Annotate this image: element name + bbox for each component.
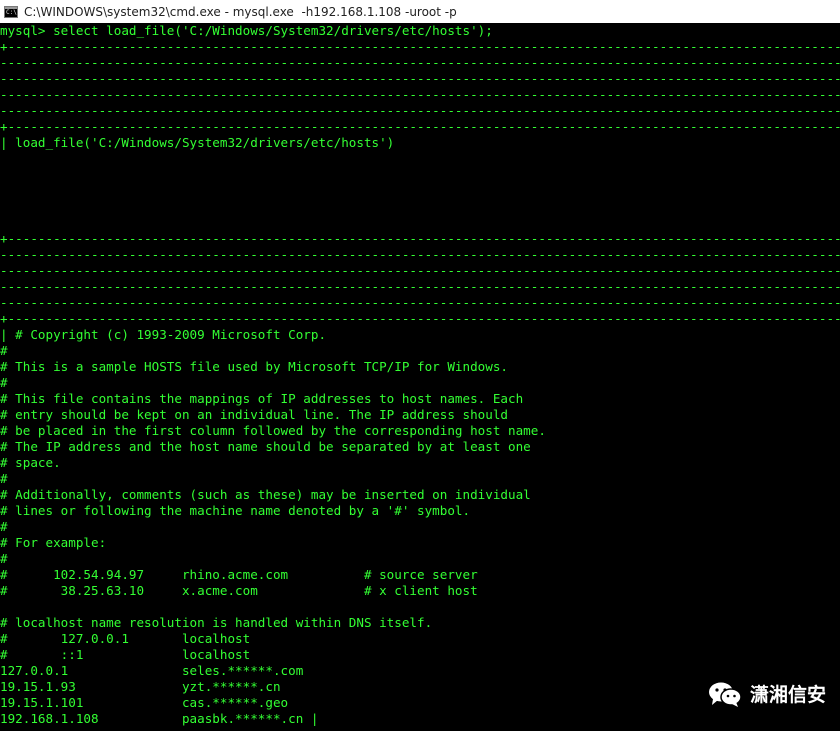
table-dash-line: ----------------------------------------… <box>0 87 840 102</box>
table-border: +---------------------------------------… <box>0 39 840 54</box>
window-title: C:\WINDOWS\system32\cmd.exe - mysql.exe … <box>24 4 457 19</box>
console-line: # 38.25.63.10 x.acme.com # x client host <box>0 583 478 598</box>
wechat-icon <box>708 682 742 707</box>
cmd-window: C:\WINDOWS\system32\cmd.exe - mysql.exe … <box>0 0 840 731</box>
console-line: mysql> select load_file('C:/Windows/Syst… <box>0 23 493 38</box>
console-line: # Additionally, comments (such as these)… <box>0 487 531 502</box>
console-line: # <box>0 343 8 358</box>
table-dash-line: ----------------------------------------… <box>0 247 840 262</box>
console-output[interactable]: mysql> select load_file('C:/Windows/Syst… <box>0 23 840 731</box>
table-dash-line: ----------------------------------------… <box>0 263 840 278</box>
console-line: # localhost name resolution is handled w… <box>0 615 433 630</box>
console-line: 192.168.1.108 paasbk.******.cn | <box>0 711 319 726</box>
console-line: # entry should be kept on an individual … <box>0 407 508 422</box>
console-line: | load_file('C:/Windows/System32/drivers… <box>0 135 395 150</box>
console-line: # <box>0 551 8 566</box>
console-line: # This file contains the mappings of IP … <box>0 391 524 406</box>
table-dash-line: ----------------------------------------… <box>0 103 840 118</box>
console-line: # 102.54.94.97 rhino.acme.com # source s… <box>0 567 478 582</box>
console-line: # <box>0 471 8 486</box>
watermark-text: 潇湘信安 <box>749 684 826 706</box>
console-line: | # Copyright (c) 1993-2009 Microsoft Co… <box>0 327 327 342</box>
table-border: +---------------------------------------… <box>0 311 840 326</box>
table-border: +---------------------------------------… <box>0 119 840 134</box>
table-dash-line: ----------------------------------------… <box>0 295 840 310</box>
table-dash-line: ----------------------------------------… <box>0 71 840 86</box>
console-line: | <box>0 215 840 231</box>
console-line: # ::1 localhost <box>0 647 251 662</box>
table-dash-line: ----------------------------------------… <box>0 55 840 70</box>
table-border: +---------------------------------------… <box>0 231 840 246</box>
table-dash-line: ----------------------------------------… <box>0 279 840 294</box>
cmd-icon <box>4 5 18 18</box>
console-line: # lines or following the machine name de… <box>0 503 471 518</box>
console-line: # be placed in the first column followed… <box>0 423 546 438</box>
console-line: # <box>0 375 8 390</box>
console-line: # The IP address and the host name shoul… <box>0 439 531 454</box>
title-bar[interactable]: C:\WINDOWS\system32\cmd.exe - mysql.exe … <box>0 0 840 23</box>
console-line: 127.0.0.1 seles.******.com <box>0 663 304 678</box>
console-line: # space. <box>0 455 61 470</box>
watermark: 潇湘信安 <box>708 680 826 707</box>
console-line: # 127.0.0.1 localhost <box>0 631 251 646</box>
console-line: # For example: <box>0 535 107 550</box>
console-line: # <box>0 519 8 534</box>
console-line: # This is a sample HOSTS file used by Mi… <box>0 359 508 374</box>
